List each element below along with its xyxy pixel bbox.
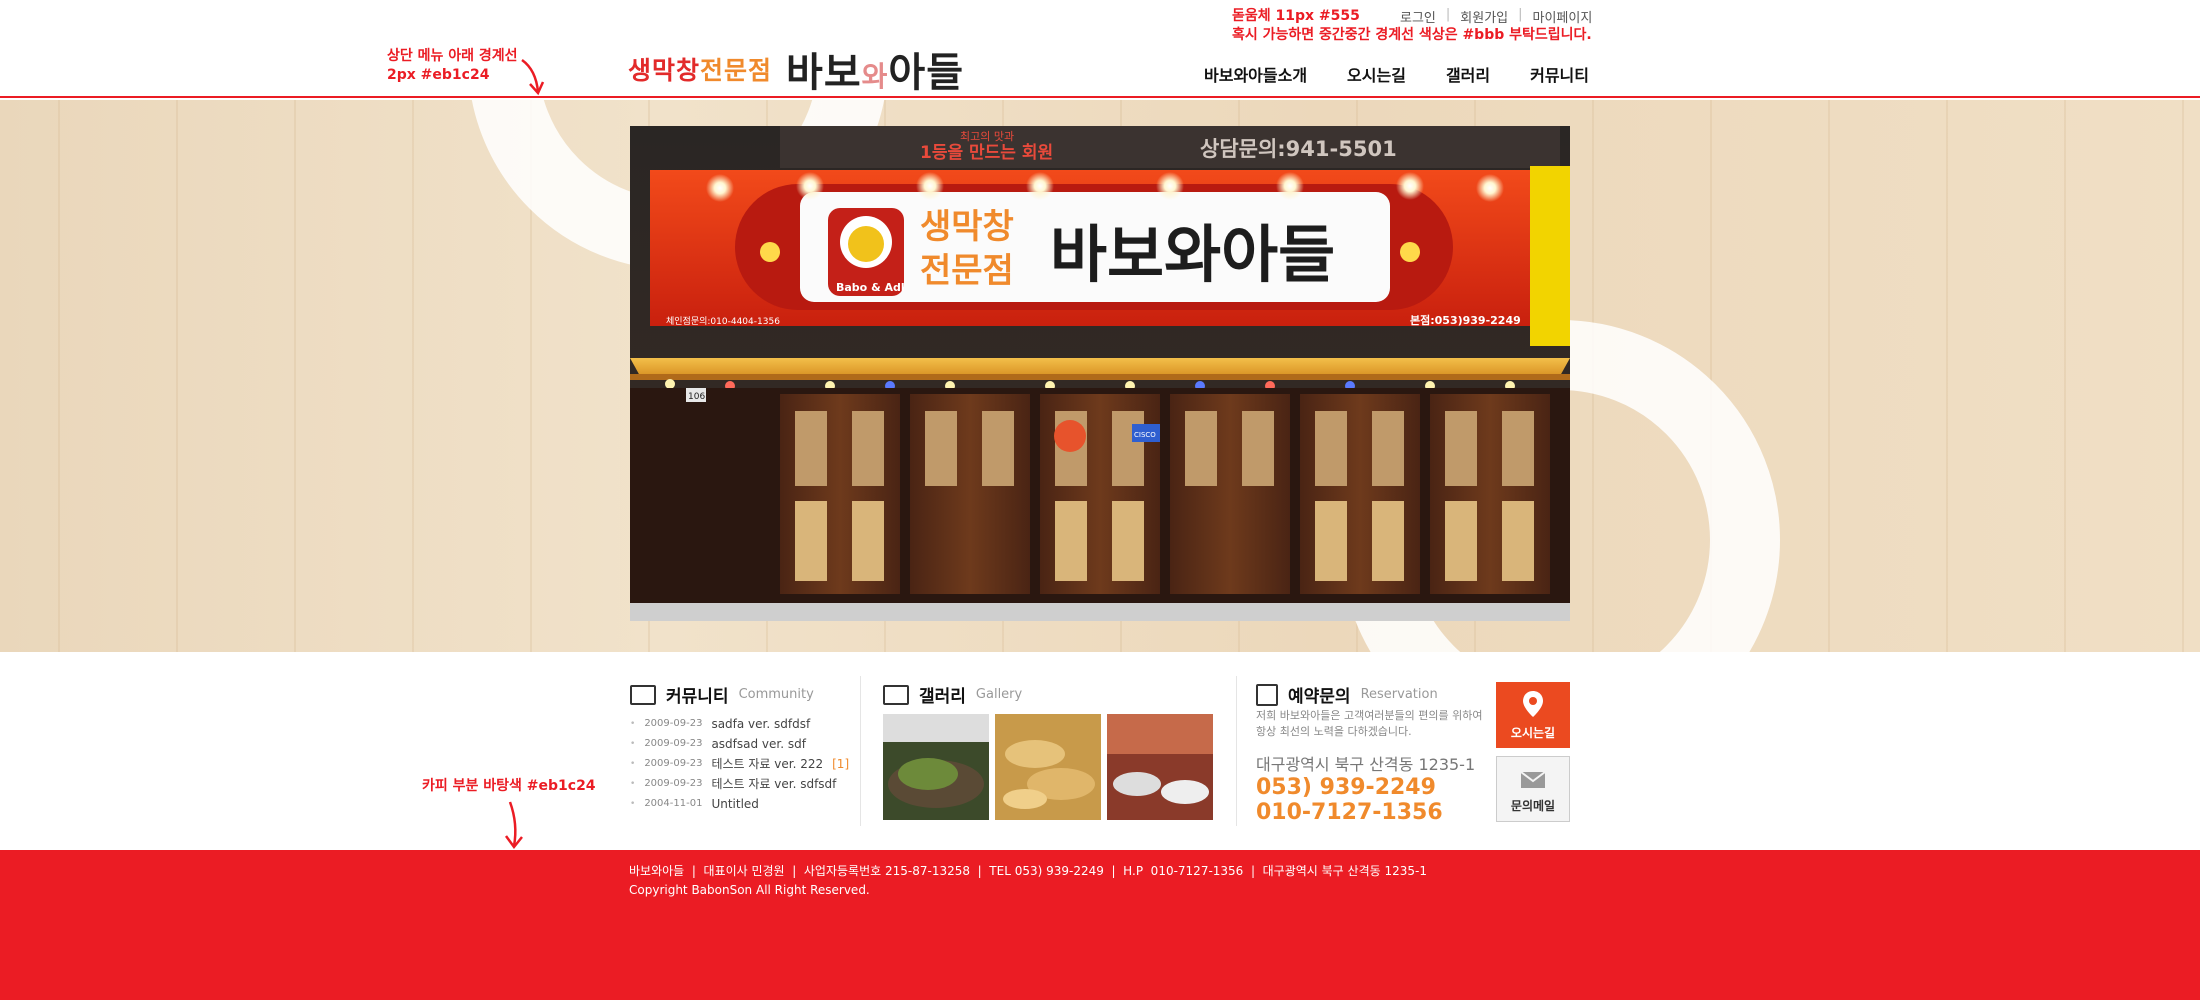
door-sign-text: CISCO	[1134, 431, 1156, 439]
gallery-thumbnail[interactable]	[995, 714, 1101, 820]
logo-main-text-1: 바보	[786, 50, 862, 96]
sign-sub-text-1: 생막창	[920, 207, 1014, 247]
community-title: 커뮤니티	[666, 687, 729, 707]
post-date: 2009-09-23	[644, 758, 703, 769]
post-title[interactable]: 테스트 자료 ver. sdfsdf	[711, 774, 836, 794]
directions-button[interactable]: 오시는길	[1496, 682, 1570, 748]
mail-icon	[1520, 771, 1546, 788]
bullet-icon: •	[630, 759, 636, 769]
logo-main-text-2: 아들	[888, 50, 965, 96]
footer-info: 바보와아들 | 대표이사 민경원 | 사업자등록번호 215-87-13258 …	[629, 862, 1427, 900]
gallery-icon	[883, 684, 909, 705]
annotation-border-line-2: 2px #eb1c24	[387, 67, 490, 83]
gallery-image	[883, 714, 989, 820]
annotation-font-line-2: 혹시 가능하면 중간중간 경계선 색상은 #bbb 부탁드립니다.	[1232, 27, 1592, 43]
sign-sub-text-2: 전문점	[920, 251, 1014, 291]
list-item[interactable]: • 2009-09-23 테스트 자료 ver. 222 [1]	[630, 754, 850, 774]
directions-button-label: 오시는길	[1510, 726, 1556, 740]
banner-text-1: 최고의 맛과	[960, 130, 1014, 143]
post-title[interactable]: 테스트 자료 ver. 222	[711, 754, 823, 774]
gallery-title-en: Gallery	[975, 687, 1023, 702]
store-photo: 최고의 맛과 1등을 만드는 회원 상담문의:941-5501 Babo & A…	[630, 126, 1570, 621]
gallery-heading: 갤러리 Gallery	[883, 682, 1022, 707]
nav-item-community[interactable]: 커뮤니티	[1530, 62, 1589, 86]
main-nav: 바보와아들소개 오시는길 갤러리 커뮤니티	[1204, 62, 1589, 86]
store-front-image: 최고의 맛과 1등을 만드는 회원 상담문의:941-5501 Babo & A…	[630, 126, 1570, 621]
gallery-thumbnail[interactable]	[1107, 714, 1213, 820]
board-icon	[630, 684, 656, 705]
logo-title: 바보와아들	[786, 40, 964, 98]
bullet-icon: •	[630, 719, 636, 729]
footer-copyright: Copyright BabonSon All Right Reserved.	[629, 883, 870, 897]
bullet-icon: •	[630, 739, 636, 749]
reservation-mobile: 010-7127-1356	[1256, 800, 1443, 825]
header: 생막창전문점 바보와아들 로그인 | 회원가입 | 마이페이지 바보와아들소개 …	[0, 0, 2200, 98]
nav-item-directions[interactable]: 오시는길	[1347, 62, 1406, 86]
reservation-phone: 053) 939-2249	[1256, 775, 1436, 800]
annotation-border: 상단 메뉴 아래 경계선 2px #eb1c24	[387, 47, 518, 85]
annotation-border-line-1: 상단 메뉴 아래 경계선	[387, 48, 518, 64]
post-title[interactable]: sadfa ver. sdfdsf	[711, 714, 810, 734]
content-area: 커뮤니티 Community • 2009-09-23 sadfa ver. sdf…	[0, 652, 2200, 850]
gallery-image	[995, 714, 1101, 820]
main-visual: 최고의 맛과 1등을 만드는 회원 상담문의:941-5501 Babo & A…	[0, 100, 2200, 652]
annotation-footer: 카피 부분 바탕색 #eb1c24	[422, 777, 596, 796]
comment-count: [1]	[832, 757, 850, 771]
annotation-footer-text: 카피 부분 바탕색 #eb1c24	[422, 778, 596, 794]
sign-small-left-text: 체인점문의:010-4404-1356	[666, 315, 780, 327]
banner-text-2: 1등을 만드는 회원	[920, 143, 1053, 163]
reservation-description: 저희 바보와아들은 고객여러분들의 편의를 위하여 항상 최선의 노력을 다하겠…	[1256, 709, 1483, 738]
contact-mail-button-label: 문의메일	[1510, 799, 1556, 813]
annotation-font: 돋움체 11px #555 혹시 가능하면 중간중간 경계선 색상은 #bbb …	[1232, 7, 1592, 45]
reservation-heading: 예약문의 Reservation	[1256, 682, 1438, 707]
street-number-text: 106	[688, 392, 705, 402]
gallery-image	[1107, 714, 1213, 820]
calendar-icon	[1256, 683, 1278, 706]
post-date: 2009-09-23	[644, 718, 703, 729]
annotation-arrow-icon	[504, 801, 523, 850]
logo-sub-text-2: 전문점	[700, 56, 773, 85]
annotation-arrow-icon	[521, 58, 545, 96]
site-logo[interactable]: 생막창전문점 바보와아들	[628, 40, 964, 98]
nav-item-gallery[interactable]: 갤러리	[1446, 62, 1490, 86]
list-item[interactable]: • 2004-11-01 Untitled	[630, 794, 850, 814]
post-date: 2009-09-23	[644, 778, 703, 789]
contact-mail-button[interactable]: 문의메일	[1496, 756, 1570, 822]
post-date: 2004-11-01	[644, 798, 703, 809]
bullet-icon: •	[630, 779, 636, 789]
sign-main-text: 바보와아들	[1050, 218, 1335, 291]
divider	[1236, 676, 1237, 826]
bullet-icon: •	[630, 799, 636, 809]
divider	[860, 676, 861, 826]
footer: 바보와아들 | 대표이사 민경원 | 사업자등록번호 215-87-13258 …	[0, 850, 2200, 1000]
logo-subtitle: 생막창전문점	[628, 51, 772, 87]
post-title[interactable]: asdfsad ver. sdf	[711, 734, 806, 754]
gallery-title: 갤러리	[919, 687, 966, 707]
sign-brand-text: Babo & Adl	[836, 281, 905, 294]
list-item[interactable]: • 2009-09-23 테스트 자료 ver. sdfsdf	[630, 774, 850, 794]
list-item[interactable]: • 2009-09-23 sadfa ver. sdfdsf	[630, 714, 850, 734]
logo-sub-text-1: 생막창	[628, 56, 701, 85]
logo-main-text-wa: 와	[861, 60, 889, 93]
community-list: • 2009-09-23 sadfa ver. sdfdsf • 2009-09-23…	[630, 714, 850, 814]
nav-item-about[interactable]: 바보와아들소개	[1204, 62, 1307, 86]
reservation-title-en: Reservation	[1360, 687, 1438, 702]
reservation-address: 대구광역시 북구 산격동 1235-1	[1256, 755, 1476, 774]
map-pin-icon	[1523, 691, 1543, 717]
list-item[interactable]: • 2009-09-23 asdfsad ver. sdf	[630, 734, 850, 754]
sign-small-right-text: 본점:053)939-2249	[1410, 313, 1521, 327]
reservation-title: 예약문의	[1288, 687, 1351, 707]
annotation-font-line-1: 돋움체 11px #555	[1232, 8, 1360, 24]
post-title[interactable]: Untitled	[711, 794, 758, 814]
gallery-thumbnail[interactable]	[883, 714, 989, 820]
community-heading: 커뮤니티 Community	[630, 682, 814, 707]
community-title-en: Community	[738, 687, 814, 702]
footer-company-info: 바보와아들 | 대표이사 민경원 | 사업자등록번호 215-87-13258 …	[629, 864, 1427, 878]
banner-text-3: 상담문의:941-5501	[1200, 137, 1397, 161]
post-date: 2009-09-23	[644, 738, 703, 749]
